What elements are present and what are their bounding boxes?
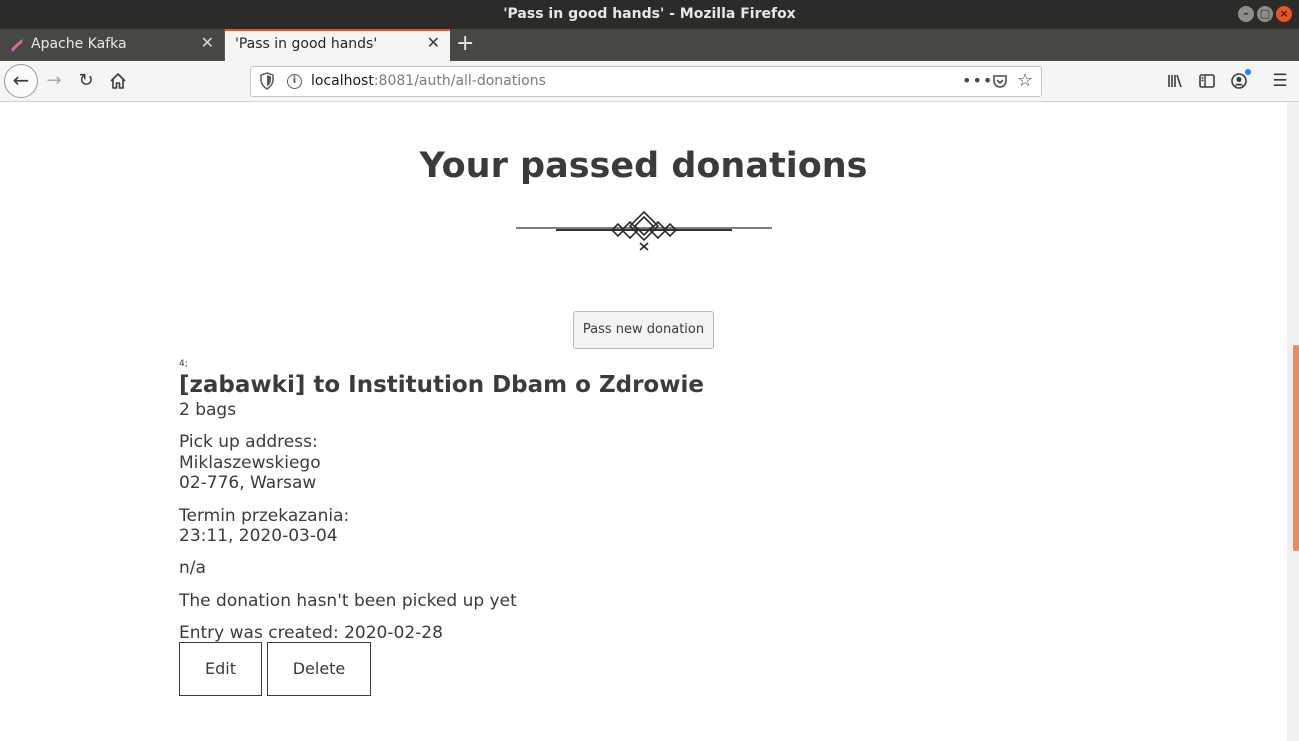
bookmark-star-icon[interactable]: ☆ [1017,70,1033,91]
minimize-icon: – [1243,7,1249,20]
tab-pass-in-good-hands[interactable]: 'Pass in good hands' ✕ [225,29,450,61]
reload-button[interactable]: ↻ [72,67,100,95]
site-info-icon[interactable]: i [287,74,302,89]
reload-icon: ↻ [78,70,94,91]
account-icon[interactable] [1230,69,1251,90]
close-tab-icon[interactable]: ✕ [201,34,214,52]
page-title: Your passed donations [419,146,868,186]
page-content: Your passed donations Pass new donation … [0,102,1287,741]
maximize-icon: □ [1259,7,1271,20]
back-button[interactable]: ← [4,64,38,98]
url-text[interactable]: localhost:8081/auth/all-donations [311,73,546,89]
tab-label: 'Pass in good hands' [235,36,378,52]
donation-number: 4; [179,359,188,369]
tab-apache-kafka[interactable]: Apache Kafka ✕ [0,29,225,61]
page-actions-icon[interactable]: ••• [962,71,993,90]
hamburger-menu-icon[interactable]: ☰ [1271,72,1289,90]
library-icon[interactable] [1166,72,1184,90]
notification-dot [1245,69,1251,75]
pickup-term-value: 23:11, 2020-03-04 [179,526,338,546]
close-tab-icon[interactable]: ✕ [427,34,440,52]
url-path: :8081/auth/all-donations [373,73,546,89]
pass-new-donation-button[interactable]: Pass new donation [573,311,714,349]
pocket-icon[interactable] [992,73,1008,89]
scrollbar-thumb[interactable] [1293,345,1299,551]
tab-strip: Apache Kafka ✕ 'Pass in good hands' ✕ + [0,29,1299,61]
pickup-postal-city: 02-776, Warsaw [179,473,317,493]
decoration-ornament [516,210,772,251]
new-tab-button[interactable]: + [456,32,474,56]
pickup-street: Miklaszewskiego [179,453,321,473]
donation-created-date: Entry was created: 2020-02-28 [179,623,443,643]
donation-comment: n/a [179,558,206,578]
delete-donation-button[interactable]: Delete [267,642,371,696]
minimize-button[interactable]: – [1238,6,1254,22]
tracking-shield-icon[interactable] [259,72,275,90]
maximize-button[interactable]: □ [1257,6,1273,22]
window-titlebar: 'Pass in good hands' - Mozilla Firefox –… [0,0,1299,29]
navigation-toolbar: ← → ↻ i localhost:8081/auth/all-donation… [0,61,1299,102]
edit-donation-button[interactable]: Edit [179,642,262,696]
page-scrollbar[interactable] [1287,102,1299,741]
arrow-right-icon: → [46,70,62,91]
close-icon: × [1279,7,1289,20]
kafka-icon [11,39,23,52]
donation-title: [zabawki] to Institution Dbam o Zdrowie [179,372,704,398]
sidebar-toggle-icon[interactable] [1198,72,1216,90]
pickup-term-label: Termin przekazania: [179,506,350,526]
home-icon [110,73,126,89]
url-host: localhost [311,73,374,89]
forward-button[interactable]: → [40,67,68,95]
arrow-left-icon: ← [12,68,30,92]
home-button[interactable] [104,67,132,95]
tab-label: Apache Kafka [31,36,127,52]
donation-bags: 2 bags [179,400,237,420]
donation-status: The donation hasn't been picked up yet [179,591,517,611]
close-window-button[interactable]: × [1276,6,1292,22]
window-title: 'Pass in good hands' - Mozilla Firefox [503,6,796,22]
pickup-address-label: Pick up address: [179,432,318,452]
address-bar[interactable]: i localhost:8081/auth/all-donations ••• … [250,66,1042,97]
